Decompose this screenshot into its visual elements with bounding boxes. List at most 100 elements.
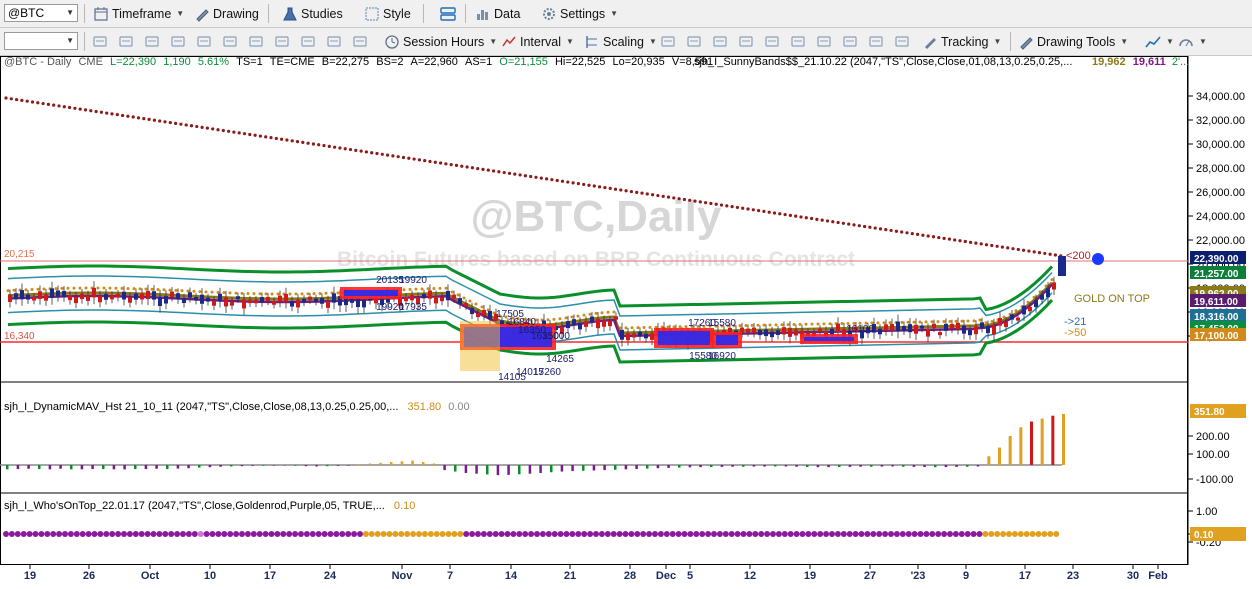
candle-body bbox=[26, 295, 30, 300]
orange-dotted-line bbox=[601, 311, 604, 314]
candle-body bbox=[194, 297, 198, 301]
chart-style-icon-1[interactable] bbox=[686, 34, 702, 49]
ma200-dot bbox=[100, 111, 103, 114]
ma200-dot bbox=[1054, 253, 1057, 256]
gauge-icon-button[interactable]: ▼ bbox=[1178, 32, 1207, 51]
ma200-dot bbox=[943, 237, 946, 240]
bar-value-label: 15000 bbox=[542, 331, 570, 342]
ma200-dot bbox=[1011, 247, 1014, 250]
candle-body bbox=[1010, 314, 1014, 319]
candle-body bbox=[602, 321, 606, 327]
whos-on-top-dot bbox=[516, 531, 522, 537]
header-ask: A=22,960 bbox=[411, 56, 458, 68]
ma200-dot bbox=[248, 133, 251, 136]
symbol-combo[interactable]: @BTC ▼ bbox=[4, 4, 78, 22]
chart-style-icon-3[interactable] bbox=[738, 34, 754, 49]
whos-on-top-dot bbox=[682, 531, 688, 537]
whos-on-top-dot bbox=[92, 531, 98, 537]
session-hours-menu[interactable]: Session Hours ▼ bbox=[384, 32, 497, 51]
ma200-dot bbox=[333, 146, 336, 149]
chart-style-icon-4[interactable] bbox=[764, 34, 780, 49]
style-menu[interactable]: Style bbox=[364, 4, 411, 23]
whos-on-top-dot bbox=[564, 531, 570, 537]
chart-area[interactable]: @BTC,Daily Bitcoin Futures based on BRR … bbox=[0, 56, 1252, 586]
chart-style-icon-9[interactable] bbox=[894, 34, 910, 49]
chart-style-icon-7[interactable] bbox=[842, 34, 858, 49]
candle-body bbox=[1016, 318, 1020, 321]
drawing-menu[interactable]: Drawing bbox=[194, 4, 259, 23]
ma200-dot bbox=[826, 219, 829, 222]
toolbar-tool-icon-5[interactable] bbox=[222, 34, 238, 49]
ma200-dot bbox=[752, 208, 755, 211]
whos-on-top-dot bbox=[263, 531, 269, 537]
hist-bar bbox=[923, 465, 926, 467]
whos-on-top-dot bbox=[1053, 531, 1059, 537]
orange-dotted-line bbox=[793, 323, 796, 326]
ma200-dot bbox=[799, 215, 802, 218]
ma200-dot bbox=[153, 119, 156, 122]
candle-body bbox=[284, 294, 288, 302]
layout-button[interactable] bbox=[440, 4, 456, 23]
chart-style-icon-5[interactable] bbox=[790, 34, 806, 49]
toolbar-tool-icon-9[interactable] bbox=[326, 34, 342, 49]
ma200-dot bbox=[338, 146, 341, 149]
whos-on-top-dot bbox=[640, 531, 646, 537]
candle-body bbox=[92, 288, 96, 297]
chart-style-icon-8[interactable] bbox=[868, 34, 884, 49]
timeframe-menu[interactable]: Timeframe ▼ bbox=[93, 4, 184, 23]
studies-menu[interactable]: Studies bbox=[282, 4, 343, 23]
orange-dotted-line bbox=[775, 323, 778, 326]
scaling-menu[interactable]: Scaling ▼ bbox=[584, 32, 657, 51]
settings-menu[interactable]: Settings ▼ bbox=[541, 4, 618, 23]
whos-on-top-dot bbox=[546, 531, 552, 537]
ma200-dot bbox=[105, 111, 108, 114]
chart-style-icon-2[interactable] bbox=[712, 34, 728, 49]
whos-on-top-dot bbox=[788, 531, 794, 537]
whos-on-top-dot bbox=[274, 531, 280, 537]
ma200-dot bbox=[386, 153, 389, 156]
hist-bar bbox=[881, 465, 884, 467]
ma200-dot bbox=[688, 199, 691, 202]
toolbar-tool-icon-8[interactable] bbox=[300, 34, 316, 49]
toolbar-tool-icon-4[interactable] bbox=[196, 34, 212, 49]
tracking-menu[interactable]: Tracking ▼ bbox=[922, 32, 1001, 51]
toolbar-tool-icon-10[interactable] bbox=[352, 34, 368, 49]
toolbar-tool-icon-6[interactable] bbox=[248, 34, 264, 49]
toolbar-tool-icon-2[interactable] bbox=[144, 34, 160, 49]
orange-dotted-line bbox=[229, 291, 232, 294]
hist-bar bbox=[209, 465, 212, 467]
hist-bar bbox=[987, 456, 990, 465]
trend-icon-button[interactable]: ▼ bbox=[1145, 32, 1174, 51]
ma200-dot bbox=[10, 97, 13, 100]
candle-body bbox=[20, 290, 24, 299]
orange-dotted-line bbox=[37, 288, 40, 291]
toolbar-tool-icon-0[interactable] bbox=[92, 34, 108, 49]
ma200-dot bbox=[476, 167, 479, 170]
chart-style-icon-0[interactable] bbox=[660, 34, 676, 49]
whos-on-top-dot bbox=[935, 531, 941, 537]
ma200-dot bbox=[365, 150, 368, 153]
whos-on-top-dot bbox=[381, 531, 387, 537]
ma200-dot bbox=[503, 171, 506, 174]
ma200-dot bbox=[391, 154, 394, 157]
whos-on-top-dot bbox=[139, 531, 145, 537]
drawing-tools-menu[interactable]: Drawing Tools ▼ bbox=[1018, 32, 1128, 51]
orange-dotted-line bbox=[1051, 278, 1054, 281]
toolbar-tool-icon-7[interactable] bbox=[274, 34, 290, 49]
interval-combo[interactable]: ▼ bbox=[4, 32, 78, 50]
whos-on-top-dot bbox=[292, 531, 298, 537]
chevron-down-icon[interactable]: ▼ bbox=[66, 33, 74, 49]
interval-menu[interactable]: Interval ▼ bbox=[501, 32, 574, 51]
ma200-dot bbox=[238, 131, 241, 134]
price-axis: 34,000.0032,000.0030,000.0028,000.0026,0… bbox=[1188, 91, 1246, 549]
hist-bar bbox=[497, 465, 500, 475]
chevron-down-icon[interactable]: ▼ bbox=[66, 5, 74, 21]
data-menu[interactable]: Data bbox=[475, 4, 520, 23]
ma200-dot bbox=[678, 197, 681, 200]
price-axis-label: 30,000.00 bbox=[1196, 139, 1245, 151]
toolbar-tool-icon-1[interactable] bbox=[118, 34, 134, 49]
ma200-dot bbox=[746, 207, 749, 210]
toolbar-tool-icon-3[interactable] bbox=[170, 34, 186, 49]
chart-style-icon-6[interactable] bbox=[816, 34, 832, 49]
orange-dotted-line bbox=[127, 287, 130, 290]
